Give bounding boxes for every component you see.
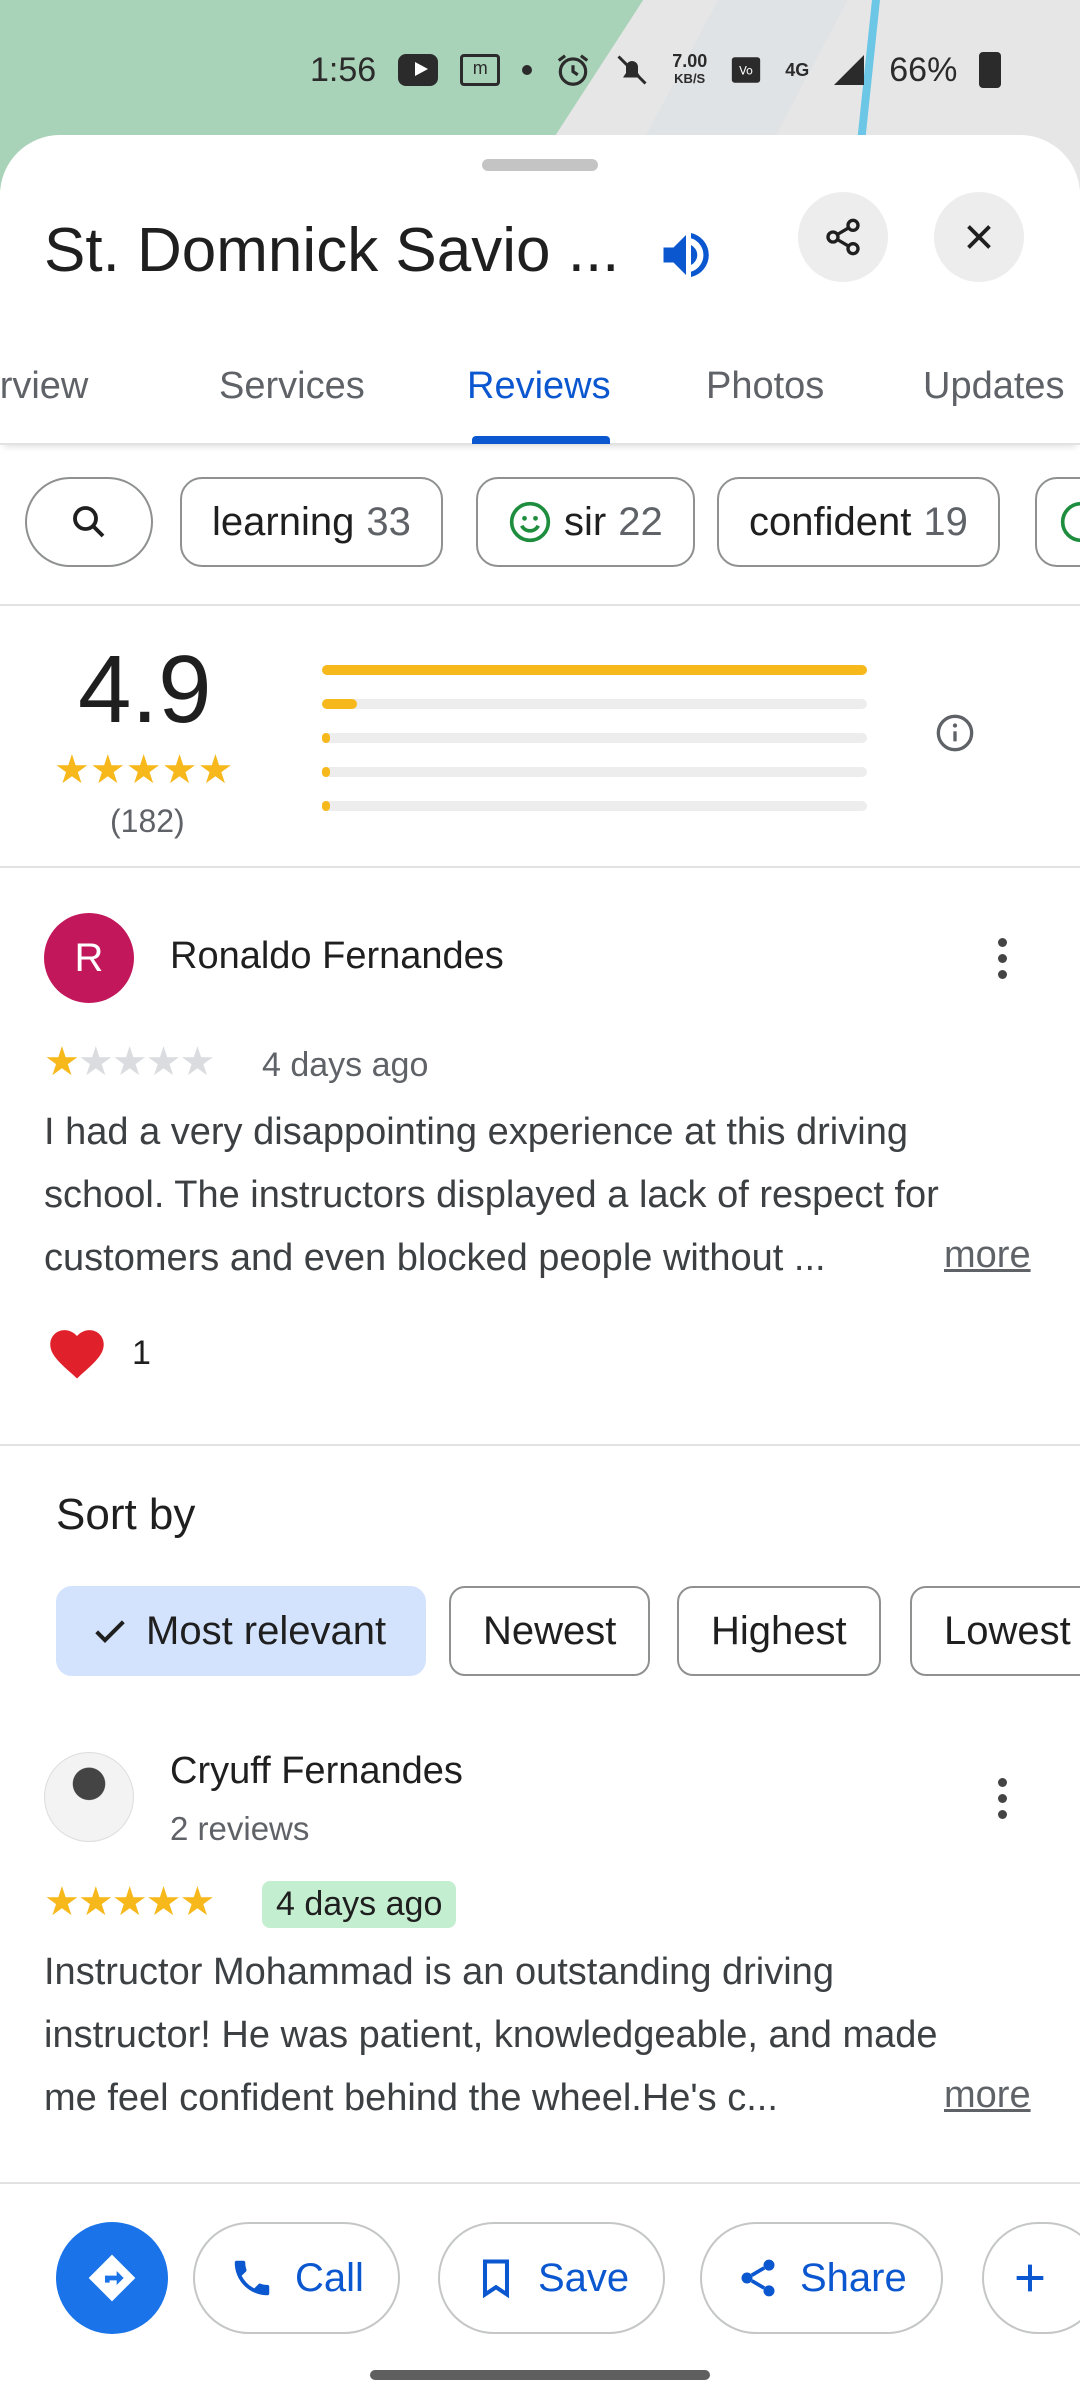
sort-newest[interactable]: Newest xyxy=(449,1586,651,1676)
app-notification-icon: m xyxy=(460,54,501,86)
save-button[interactable]: Save xyxy=(438,2222,666,2334)
reviewer-name[interactable]: Cryuff Fernandes xyxy=(170,1750,463,1793)
gesture-nav-bar[interactable] xyxy=(370,2370,710,2380)
network-speed: 7.00 KB/S xyxy=(672,51,708,86)
volte-icon: Vo xyxy=(732,57,761,83)
action-bar: Call Save Share xyxy=(0,2182,1080,2400)
share-button[interactable]: Share xyxy=(700,2222,943,2334)
check-icon xyxy=(95,1620,125,1643)
network-type: 4G xyxy=(785,59,810,80)
battery-percent: 66% xyxy=(889,50,958,89)
more-options-icon[interactable] xyxy=(987,1768,1017,1828)
alarm-icon xyxy=(557,54,589,86)
signal-icon xyxy=(834,55,865,85)
place-sheet: St. Domnick Savio ... Overview Services … xyxy=(0,135,1080,2400)
plus-icon xyxy=(1016,2264,1044,2292)
share-icon xyxy=(741,2259,775,2297)
phone-icon xyxy=(234,2260,270,2296)
sort-lowest[interactable]: Lowest xyxy=(910,1586,1080,1676)
more-link[interactable]: more xyxy=(944,2074,1031,2117)
reviewer-review-count: 2 reviews xyxy=(170,1810,310,1847)
review-text: Instructor Mohammad is an outstanding dr… xyxy=(44,1951,938,2119)
directions-button[interactable] xyxy=(56,2222,168,2334)
bell-off-icon xyxy=(617,55,647,85)
sort-highest[interactable]: Highest xyxy=(677,1586,881,1676)
review-date: 4 days ago xyxy=(262,1881,457,1928)
battery-icon xyxy=(979,52,1002,88)
avatar[interactable] xyxy=(44,1752,134,1842)
status-bar: 1:56 m 7.00 KB/S Vo 4G 66% xyxy=(310,40,1002,100)
review-rating-stars: ★★★★★ xyxy=(44,1880,215,1924)
sort-chips: Most relevant Newest Highest Lowest xyxy=(0,135,1080,1695)
youtube-icon xyxy=(398,54,439,86)
call-button[interactable]: Call xyxy=(193,2222,400,2334)
sort-most-relevant[interactable]: Most relevant xyxy=(56,1586,426,1676)
notification-dot-icon xyxy=(522,65,533,75)
directions-icon xyxy=(88,2254,136,2302)
more-actions-button[interactable] xyxy=(982,2222,1080,2334)
status-time: 1:56 xyxy=(310,50,377,89)
svg-text:Vo: Vo xyxy=(739,63,753,77)
bookmark-icon xyxy=(482,2259,510,2299)
